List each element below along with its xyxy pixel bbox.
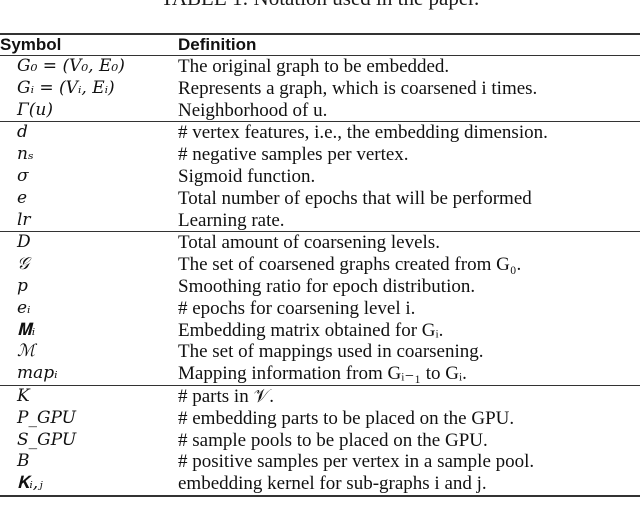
symbol-cell: Γ(u) — [17, 99, 54, 120]
definition-cell: # sample pools to be placed on the GPU. — [178, 429, 488, 451]
symbol-cell: G₀ = (V₀, E₀) — [17, 56, 125, 76]
definition-cell: # parts in 𝒱. — [178, 385, 275, 407]
table-row: e Total number of epochs that will be pe… — [0, 188, 640, 210]
definition-cell: The set of mappings used in coarsening. — [178, 341, 484, 363]
definition-cell: # positive samples per vertex in a sampl… — [178, 451, 535, 473]
group-training-params: d # vertex features, i.e., the embedding… — [0, 122, 640, 232]
definition-cell: # epochs for coarsening level i. — [178, 297, 416, 319]
definition-cell: Neighborhood of u. — [178, 99, 328, 121]
definition-cell: Learning rate. — [178, 209, 285, 231]
symbol-cell: K — [17, 385, 30, 406]
table-row: G₀ = (V₀, E₀) The original graph to be e… — [0, 56, 640, 78]
table-row: Γ(u) Neighborhood of u. — [0, 100, 640, 122]
table-row: lr Learning rate. — [0, 210, 640, 232]
table-row: σ Sigmoid function. — [0, 166, 640, 188]
table-row: P_GPU # embedding parts to be placed on … — [0, 408, 640, 430]
symbol-cell: B — [17, 451, 30, 472]
definition-cell: Sigmoid function. — [178, 165, 316, 187]
group-coarsening: D Total amount of coarsening levels. 𝒢 T… — [0, 232, 640, 386]
definition-cell: # vertex features, i.e., the embedding d… — [178, 122, 548, 144]
definition-cell: embedding kernel for sub-graphs i and j. — [178, 473, 487, 495]
table-row: ℳ The set of mappings used in coarsening… — [0, 341, 640, 363]
definition-cell: The set of coarsened graphs created from… — [178, 254, 522, 276]
symbol-cell: Gᵢ = (Vᵢ, Eᵢ) — [17, 77, 115, 98]
symbol-cell: P_GPU — [17, 407, 76, 428]
symbol-cell: p — [17, 275, 28, 296]
definition-cell: # negative samples per vertex. — [178, 144, 409, 166]
group-graphs: G₀ = (V₀, E₀) The original graph to be e… — [0, 56, 640, 122]
symbol-cell: d — [17, 122, 28, 143]
symbol-cell: σ — [17, 165, 29, 186]
definition-cell: Total number of epochs that will be perf… — [178, 187, 532, 209]
symbol-cell: ℳ — [17, 341, 36, 362]
table-header: Symbol Definition — [0, 34, 640, 56]
table-row: K # parts in 𝒱. — [0, 385, 640, 407]
table-row: 𝒢 The set of coarsened graphs created fr… — [0, 254, 640, 276]
table-row: p Smoothing ratio for epoch distribution… — [0, 276, 640, 298]
symbol-cell: eᵢ — [17, 297, 31, 318]
definition-cell: Represents a graph, which is coarsened i… — [178, 77, 538, 99]
symbol-cell: 𝒢 — [17, 254, 30, 275]
table-caption: TABLE 1: Notation used in the paper. — [0, 0, 640, 10]
table-row: d # vertex features, i.e., the embedding… — [0, 122, 640, 144]
symbol-cell: 𝐊ᵢ,ⱼ — [17, 473, 43, 494]
table-row: 𝐊ᵢ,ⱼ embedding kernel for sub-graphs i a… — [0, 473, 640, 496]
symbol-cell: 𝐌ᵢ — [17, 319, 36, 340]
table-row: 𝐌ᵢ Embedding matrix obtained for Gᵢ. — [0, 320, 640, 342]
definition-cell: Total amount of coarsening levels. — [178, 232, 440, 254]
definition-cell: # embedding parts to be placed on the GP… — [178, 407, 515, 429]
group-gpu: K # parts in 𝒱. P_GPU # embedding parts … — [0, 385, 640, 496]
symbol-cell: lr — [17, 209, 31, 230]
table-row: B # positive samples per vertex in a sam… — [0, 451, 640, 473]
table-row: nₛ # negative samples per vertex. — [0, 144, 640, 166]
definition-cell: Embedding matrix obtained for Gᵢ. — [178, 319, 444, 341]
definition-cell: Mapping information from Gᵢ₋₁ to Gᵢ. — [178, 363, 467, 385]
symbol-cell: S_GPU — [17, 429, 77, 450]
definition-cell: The original graph to be embedded. — [178, 56, 450, 77]
header-symbol: Symbol — [0, 35, 62, 54]
table-row: S_GPU # sample pools to be placed on the… — [0, 430, 640, 452]
table-row: eᵢ # epochs for coarsening level i. — [0, 298, 640, 320]
definition-cell: Smoothing ratio for epoch distribution. — [178, 275, 476, 297]
symbol-cell: D — [17, 232, 31, 253]
table-row: D Total amount of coarsening levels. — [0, 232, 640, 254]
symbol-cell: nₛ — [17, 144, 34, 165]
symbol-cell: mapᵢ — [17, 363, 58, 384]
symbol-cell: e — [17, 187, 28, 208]
header-definition: Definition — [178, 35, 257, 54]
table-row: mapᵢ Mapping information from Gᵢ₋₁ to Gᵢ… — [0, 363, 640, 385]
notation-table: Symbol Definition G₀ = (V₀, E₀) The orig… — [0, 33, 640, 497]
table-row: Gᵢ = (Vᵢ, Eᵢ) Represents a graph, which … — [0, 78, 640, 100]
